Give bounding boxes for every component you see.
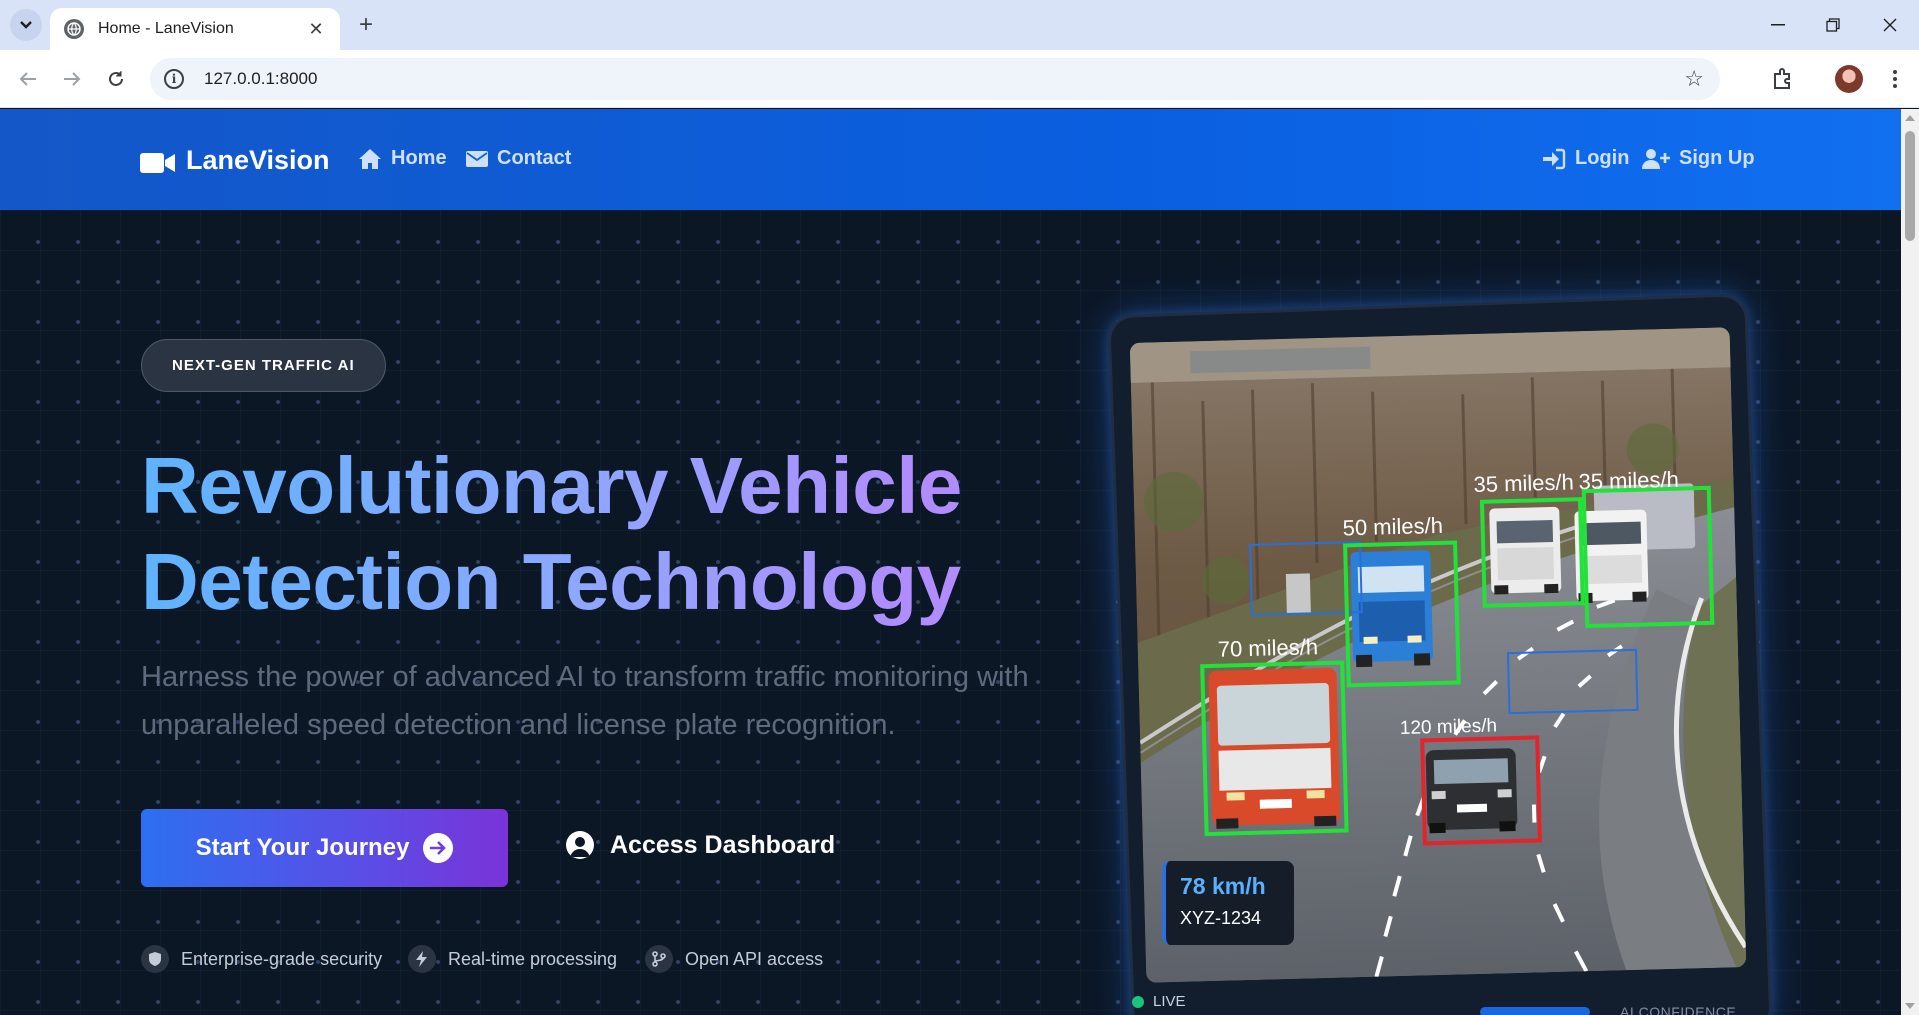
close-window-button[interactable]: [1865, 10, 1915, 40]
browser-toolbar: i 127.0.0.1:8000 ☆: [0, 50, 1919, 108]
brand-name: LaneVision: [186, 145, 330, 175]
browser-menu-icon[interactable]: [1885, 64, 1905, 94]
close-tab-icon[interactable]: ✕: [306, 19, 326, 39]
new-tab-button[interactable]: +: [352, 11, 380, 39]
nav-link-contact-label: Contact: [497, 147, 572, 169]
browser-tab-bar: Home - LaneVision ✕ +: [0, 0, 1919, 50]
user-circle-icon: [566, 831, 594, 859]
sign-in-icon: [1543, 148, 1566, 169]
start-journey-button[interactable]: Start Your Journey: [141, 809, 508, 887]
speed-value: 78 km/h: [1180, 873, 1266, 899]
access-dashboard-button[interactable]: Access Dashboard: [566, 825, 835, 865]
restore-icon: [1826, 18, 1840, 32]
bookmark-star-icon[interactable]: ☆: [1684, 66, 1704, 92]
feature-security: Enterprise-grade security: [141, 945, 382, 973]
page-scrollbar[interactable]: [1901, 109, 1919, 1015]
nav-link-signup-label: Sign Up: [1679, 147, 1755, 169]
feature-realtime: Real-time processing: [408, 945, 617, 973]
code-branch-icon: [645, 945, 673, 973]
nav-link-contact[interactable]: Contact: [466, 147, 571, 170]
nav-link-home[interactable]: Home: [358, 147, 447, 170]
live-dot-icon: [1132, 995, 1144, 1008]
headline-line-2: Detection Technology: [141, 537, 961, 626]
live-label: LIVE: [1153, 993, 1186, 1010]
speed-readout-card: 78 km/h XYZ-1234: [1162, 861, 1294, 945]
back-button[interactable]: [12, 63, 44, 95]
arrow-circle-right-icon: [423, 833, 454, 863]
extensions-icon[interactable]: [1770, 66, 1796, 92]
user-plus-icon: [1642, 148, 1670, 169]
detection-label-3: 35 miles/h: [1578, 467, 1679, 495]
reload-button[interactable]: [100, 63, 132, 95]
live-indicator: LIVE: [1132, 993, 1186, 1010]
address-bar[interactable]: i 127.0.0.1:8000 ☆: [150, 58, 1720, 100]
white-truck-vehicle: [1489, 506, 1562, 595]
detection-label-4: 120 miles/h: [1400, 715, 1498, 739]
scroll-up-arrow-icon[interactable]: [1905, 115, 1915, 121]
scrollbar-thumb[interactable]: [1905, 131, 1915, 241]
bus-vehicle: [1208, 667, 1341, 829]
tab-title: Home - LaneVision: [98, 20, 234, 37]
home-icon: [359, 148, 381, 169]
hero-headline: Revolutionary Vehicle Detection Technolo…: [141, 438, 1101, 630]
nav-link-login-label: Login: [1575, 147, 1630, 169]
detection-label-1: 50 miles/h: [1342, 513, 1443, 541]
brand-logo[interactable]: LaneVision: [140, 145, 330, 176]
feature-security-label: Enterprise-grade security: [181, 948, 383, 969]
detection-label-0: 70 miles/h: [1217, 634, 1318, 662]
close-icon: [1883, 18, 1897, 32]
minimize-icon: [1771, 24, 1785, 26]
site-info-icon[interactable]: i: [164, 69, 184, 89]
plate-value: XYZ-1234: [1180, 908, 1262, 928]
hero-badge: NEXT-GEN TRAFFIC AI: [141, 339, 386, 392]
access-dashboard-label: Access Dashboard: [610, 830, 836, 859]
minimize-window-button[interactable]: [1753, 10, 1803, 40]
url-text[interactable]: 127.0.0.1:8000: [204, 69, 317, 89]
globe-icon: [64, 19, 84, 39]
restore-window-button[interactable]: [1808, 10, 1858, 40]
nav-link-login[interactable]: Login: [1542, 147, 1629, 170]
reload-icon: [109, 71, 123, 86]
headline-line-1: Revolutionary Vehicle: [141, 441, 962, 530]
shield-icon: [141, 945, 169, 973]
confidence-bar: [1480, 1007, 1590, 1015]
profile-avatar[interactable]: [1835, 65, 1863, 93]
browser-tab-active[interactable]: Home - LaneVision ✕: [50, 8, 340, 50]
arrow-left-icon: [19, 72, 36, 86]
nav-link-signup[interactable]: Sign Up: [1642, 147, 1755, 170]
arrow-right-icon: [64, 72, 81, 86]
black-suv-vehicle: [1425, 748, 1518, 834]
hero-subtext: Harness the power of advanced AI to tran…: [141, 661, 1029, 741]
forward-button[interactable]: [56, 63, 88, 95]
feature-realtime-label: Real-time processing: [448, 948, 618, 969]
nav-link-home-label: Home: [391, 147, 447, 169]
feature-api: Open API access: [645, 945, 823, 973]
scroll-down-arrow-icon[interactable]: [1905, 1003, 1915, 1009]
confidence-label: AI CONFIDENCE: [1620, 1004, 1737, 1015]
envelope-icon: [466, 150, 488, 167]
tab-search-button[interactable]: [10, 9, 42, 41]
detection-label-2: 35 miles/h: [1473, 469, 1574, 497]
video-camera-icon: [140, 150, 176, 173]
start-journey-label: Start Your Journey: [195, 834, 410, 861]
chevron-down-icon: [20, 21, 32, 29]
feature-api-label: Open API access: [685, 948, 824, 969]
bolt-icon: [408, 945, 436, 973]
site-navbar: LaneVision Home Contact Login Sign Up: [0, 109, 1901, 210]
